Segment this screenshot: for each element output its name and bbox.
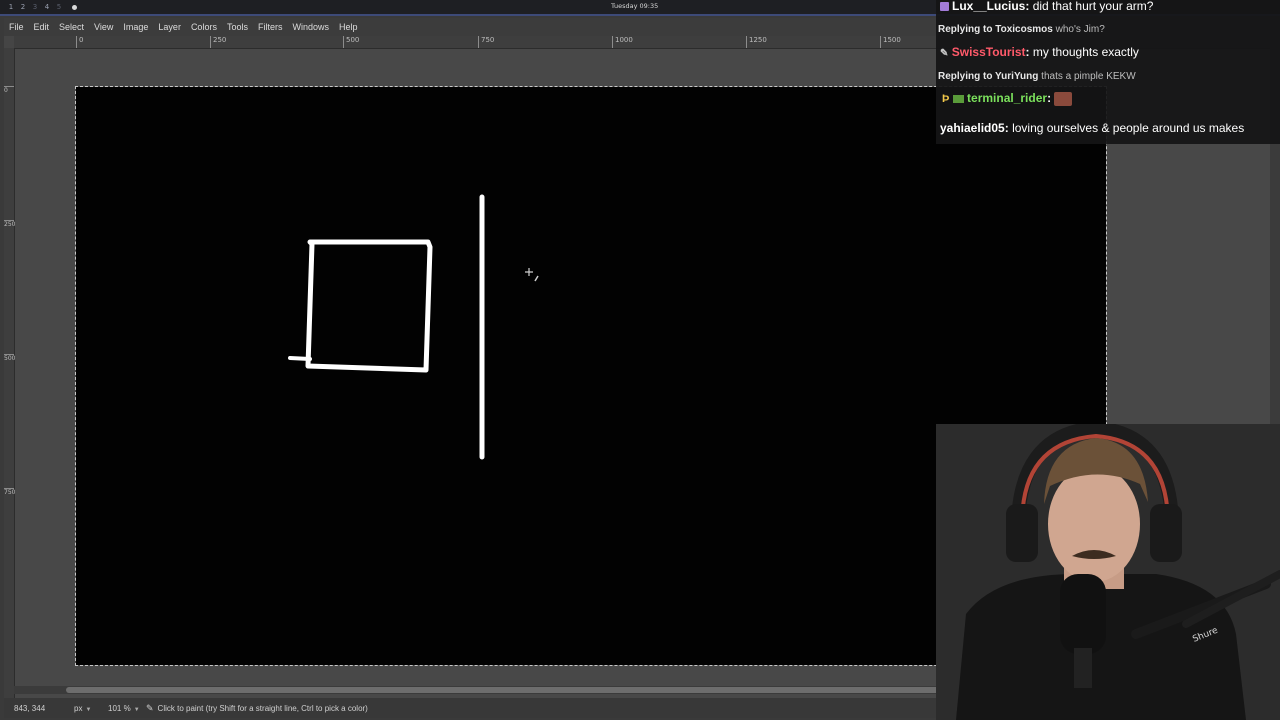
ruler-label: 0 (4, 86, 14, 94)
menu-tools[interactable]: Tools (222, 22, 253, 32)
menu-windows[interactable]: Windows (287, 22, 334, 32)
menu-filters[interactable]: Filters (253, 22, 288, 32)
workspace-4[interactable]: 4 (42, 3, 52, 11)
status-message: Click to paint (try Shift for a straight… (157, 703, 368, 713)
pointer-coordinates: 843, 344 (14, 703, 46, 713)
menu-image[interactable]: Image (118, 22, 153, 32)
chat-badge-icon: ✎ (940, 48, 949, 59)
chat-message: Þ terminal_rider: (942, 91, 1073, 106)
chat-message: Lux__Lucius: did that hurt your arm? (940, 0, 1153, 13)
reply-target: Replying to YuriYung (938, 71, 1039, 82)
unit-selector[interactable]: px ▼ (74, 704, 102, 713)
reply-text: thats a pimple KEKW (1041, 71, 1136, 82)
streamer-image: Shure (936, 424, 1280, 720)
zoom-selector[interactable]: 101 % ▼ (108, 704, 146, 713)
chat-separator: : (1025, 0, 1033, 13)
menu-file[interactable]: File (4, 22, 29, 32)
chat-username: SwissTourist (951, 45, 1026, 59)
screen: 1 2 3 4 5 Tuesday 09:35 File Edit Select… (0, 0, 1280, 720)
ruler-label: 250 (210, 36, 226, 48)
chat-text: loving ourselves & people around us make… (1012, 121, 1245, 135)
chat-overlay: Lux__Lucius: did that hurt your arm? Rep… (936, 0, 1280, 144)
chat-reply: Replying to Toxicosmos who's Jim? (938, 24, 1105, 35)
menu-edit[interactable]: Edit (29, 22, 55, 32)
reply-text: who's Jim? (1055, 24, 1105, 35)
menu-help[interactable]: Help (334, 22, 363, 32)
ruler-label: 750 (4, 488, 16, 496)
chevron-down-icon: ▼ (133, 706, 140, 713)
emote-icon (1054, 91, 1073, 106)
workspace-1[interactable]: 1 (6, 3, 16, 11)
square-tail-stroke (288, 356, 312, 361)
chat-separator: : (1047, 91, 1055, 105)
chat-badge-icon (940, 2, 949, 12)
ruler-label: 0 (76, 36, 83, 48)
chat-message: yahiaelid05: loving ourselves & people a… (940, 121, 1244, 135)
chat-badge-icon: Þ (942, 93, 950, 105)
chat-text: did that hurt your arm? (1032, 0, 1154, 13)
chat-username: yahiaelid05 (940, 121, 1005, 135)
zoom-value: 101 % (108, 703, 131, 713)
chat-badge-icon (952, 94, 964, 103)
webcam-feed: Shure (936, 424, 1280, 720)
brush-cursor-icon (525, 268, 539, 282)
reply-target: Replying to Toxicosmos (938, 24, 1053, 35)
ruler-label: 1000 (612, 36, 633, 48)
ruler-label: 500 (4, 354, 16, 362)
menu-view[interactable]: View (89, 22, 118, 32)
unit-value: px (74, 703, 83, 713)
menu-layer[interactable]: Layer (153, 22, 186, 32)
chat-username: Lux__Lucius (952, 0, 1026, 13)
ruler-label: 750 (478, 36, 494, 48)
ruler-label: 1250 (746, 36, 767, 48)
workspace-switcher: 1 2 3 4 5 (6, 3, 77, 11)
ruler-label: 250 (4, 220, 16, 228)
paintbrush-icon: ✎ (146, 702, 154, 713)
clock: Tuesday 09:35 (611, 2, 659, 10)
chevron-down-icon: ▼ (85, 706, 92, 713)
active-indicator-icon (72, 4, 77, 10)
chat-text: my thoughts exactly (1032, 45, 1139, 59)
chat-separator: : (1004, 121, 1013, 135)
chat-separator: : (1025, 45, 1033, 59)
workspace-2[interactable]: 2 (18, 3, 28, 11)
vertical-ruler[interactable]: 0 250 500 750 (4, 48, 15, 702)
workspace-5[interactable]: 5 (54, 3, 64, 11)
ruler-label: 500 (343, 36, 359, 48)
chat-username: terminal_rider (967, 91, 1048, 105)
workspace-3[interactable]: 3 (30, 3, 40, 11)
chat-reply: Replying to YuriYung thats a pimple KEKW (938, 71, 1136, 82)
square-stroke (305, 239, 433, 373)
menu-colors[interactable]: Colors (186, 22, 222, 32)
chat-message: ✎ SwissTourist: my thoughts exactly (940, 45, 1139, 59)
menu-select[interactable]: Select (54, 22, 89, 32)
ruler-label: 1500 (880, 36, 901, 48)
